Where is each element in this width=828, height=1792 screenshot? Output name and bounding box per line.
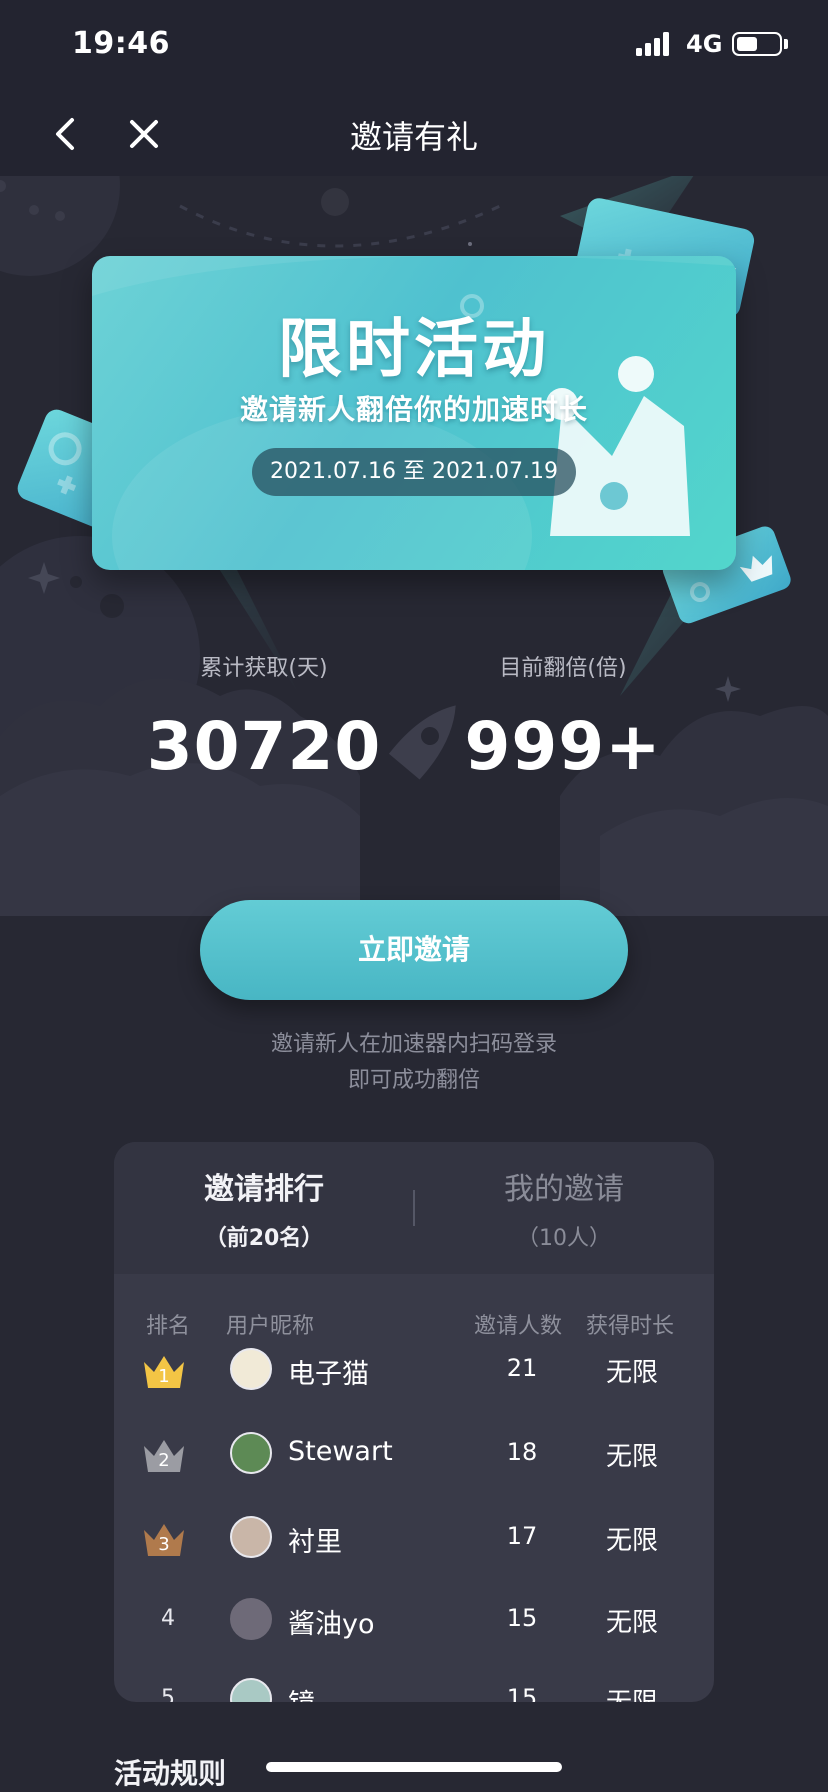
invite-count: 15 — [506, 1684, 538, 1702]
invite-count: 21 — [506, 1354, 538, 1382]
ranking-row: 4 酱油yo 15 无限 — [114, 1584, 714, 1664]
status-bar: 19:46 4G — [0, 0, 828, 92]
tab-sublabel: （10人） — [517, 1226, 611, 1251]
avatar — [230, 1516, 272, 1558]
total-days-value: 30720 — [146, 708, 382, 785]
user-nickname: Stewart — [288, 1436, 393, 1467]
tab-label: 我的邀请 — [504, 1172, 624, 1207]
avatar — [230, 1678, 272, 1702]
invite-count: 17 — [506, 1522, 538, 1550]
ranking-tabs: 邀请排行 （前20名） 我的邀请 （10人） — [114, 1142, 714, 1274]
ranking-row: 5 镜 15 无限 — [114, 1664, 714, 1702]
avatar — [230, 1432, 272, 1474]
total-days-label: 累计获取(天) — [200, 656, 328, 681]
avatar — [230, 1598, 272, 1640]
ranking-row: 3 衬里 17 无限 — [114, 1502, 714, 1582]
ranking-card: 邀请排行 （前20名） 我的邀请 （10人） 排名 用户昵称 邀请人数 获得时长… — [114, 1142, 714, 1702]
user-nickname: 电子猫 — [288, 1359, 369, 1390]
earned-duration: 无限 — [605, 1442, 658, 1472]
user-nickname: 衬里 — [288, 1527, 342, 1558]
banner-title: 限时活动 — [278, 313, 550, 387]
avatar — [230, 1348, 272, 1390]
invite-hint-line2: 即可成功翻倍 — [347, 1068, 480, 1093]
rank-number: 3 — [158, 1534, 170, 1555]
earned-duration: 无限 — [605, 1608, 658, 1638]
tab-label: 邀请排行 — [204, 1172, 324, 1207]
rank-number: 2 — [158, 1450, 170, 1471]
battery-icon — [732, 32, 782, 56]
event-banner: 限时活动 邀请新人翻倍你的加速时长 2021.07.16 至 2021.07.1… — [92, 256, 736, 570]
banner-subtitle: 邀请新人翻倍你的加速时长 — [239, 393, 588, 426]
tab-sublabel: （前20名） — [204, 1226, 324, 1251]
invite-hint-line1: 邀请新人在加速器内扫码登录 — [270, 1032, 557, 1057]
gold-crown-icon: 1 — [142, 1352, 186, 1392]
battery-cap — [784, 39, 788, 49]
bronze-crown-icon: 3 — [142, 1520, 186, 1560]
page-title: 邀请有礼 — [349, 118, 478, 156]
nav-bar: 邀请有礼 — [0, 92, 828, 176]
user-nickname: 镜 — [288, 1682, 315, 1702]
home-indicator[interactable] — [266, 1762, 562, 1772]
signal-icon — [636, 32, 672, 56]
activity-rules-title: 活动规则 — [114, 1757, 227, 1790]
rank-number: 5 — [161, 1686, 175, 1702]
ranking-row: 1 电子猫 21 无限 — [114, 1334, 714, 1414]
user-nickname: 酱油yo — [288, 1609, 375, 1640]
multiplier-value: 999+ — [464, 708, 662, 785]
ranking-row: 2 Stewart 18 无限 — [114, 1418, 714, 1498]
tab-my-invites[interactable]: 我的邀请 （10人） — [414, 1164, 714, 1252]
tab-invite-ranking[interactable]: 邀请排行 （前20名） — [114, 1164, 414, 1252]
rank-number: 4 — [161, 1606, 175, 1631]
multiplier-label: 目前翻倍(倍) — [499, 656, 627, 681]
date-range: 2021.07.16 至 2021.07.19 — [252, 448, 576, 496]
earned-duration: 无限 — [605, 1526, 658, 1556]
silver-crown-icon: 2 — [142, 1436, 186, 1476]
network-type: 4G — [686, 30, 723, 58]
earned-duration: 无限 — [605, 1358, 658, 1388]
earned-duration: 无限 — [572, 1682, 692, 1702]
invite-count: 18 — [506, 1438, 538, 1466]
status-time: 19:46 — [72, 26, 170, 61]
invite-now-button[interactable]: 立即邀请 — [200, 900, 628, 1000]
rank-number: 1 — [158, 1366, 170, 1387]
hero-section: 限时活动 邀请新人翻倍你的加速时长 2021.07.16 至 2021.07.1… — [0, 176, 828, 916]
invite-count: 15 — [506, 1604, 538, 1632]
